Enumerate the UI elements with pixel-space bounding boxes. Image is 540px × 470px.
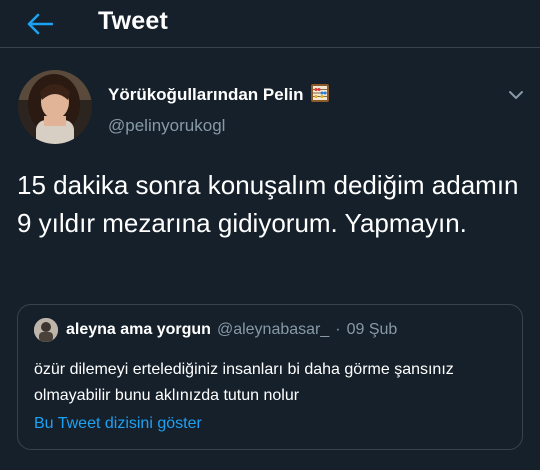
author-handle[interactable]: @pelinyorukogl	[108, 116, 225, 136]
quoted-date: 09 Şub	[346, 321, 398, 338]
separator-dot: ·	[335, 321, 341, 338]
abacus-icon	[310, 83, 330, 108]
tweet-menu-button[interactable]	[505, 84, 527, 106]
avatar[interactable]	[18, 70, 92, 144]
chevron-down-icon	[509, 91, 523, 99]
show-thread-link[interactable]: Bu Tweet dizisini göster	[34, 415, 202, 433]
quoted-tweet-text: özür dilemeyi ertelediğiniz insanları bi…	[34, 361, 454, 404]
page-title: Tweet	[98, 7, 168, 35]
author-name[interactable]: Yörükoğullarından Pelin	[108, 83, 330, 108]
quoted-avatar-image	[34, 318, 58, 342]
arrow-left-icon	[27, 13, 53, 35]
quoted-author-name[interactable]: aleyna ama yorgun	[66, 321, 211, 339]
author-name-text: Yörükoğullarından Pelin	[108, 85, 304, 104]
top-bar: Tweet	[0, 0, 540, 48]
quoted-author-handle[interactable]: @aleynabasar_	[217, 321, 329, 339]
quoted-avatar[interactable]	[34, 318, 58, 342]
tweet-text: 15 dakika sonra konuşalım dediğim adamın…	[17, 170, 519, 238]
quoted-tweet[interactable]: aleyna ama yorgun @aleynabasar_ · 09 Şub…	[17, 304, 523, 450]
back-button[interactable]	[22, 6, 58, 42]
avatar-image	[18, 70, 92, 144]
quoted-tweet-header: aleyna ama yorgun @aleynabasar_ · 09 Şub	[34, 318, 398, 342]
